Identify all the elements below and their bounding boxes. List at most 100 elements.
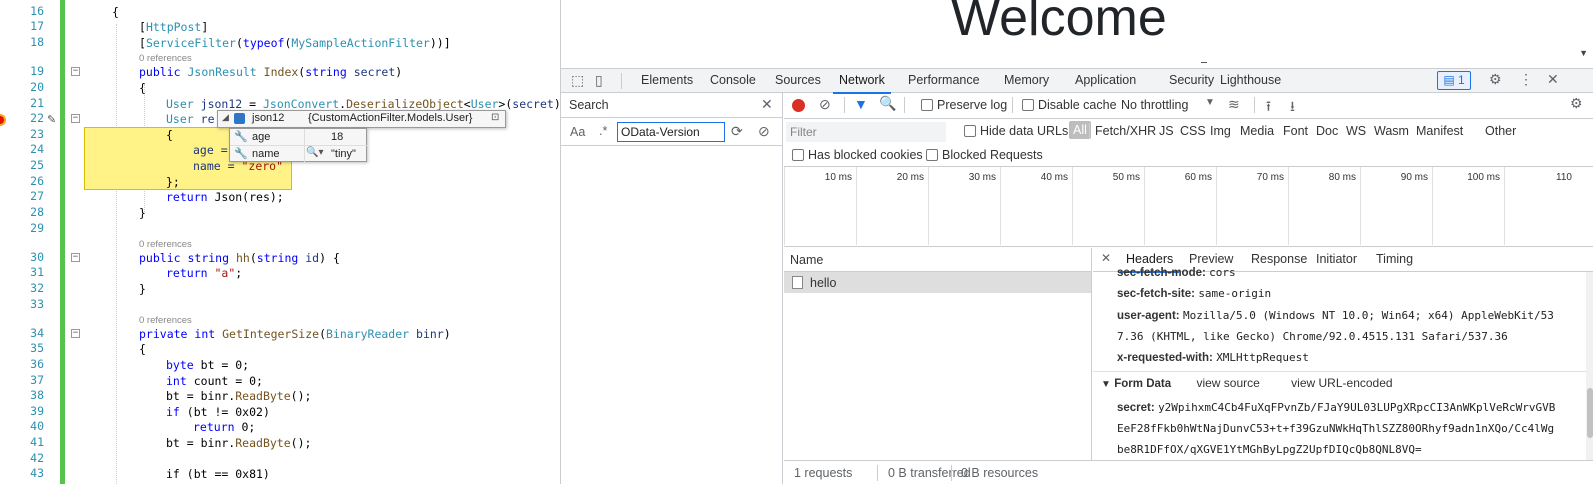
type-filter-font[interactable]: Font: [1283, 124, 1308, 138]
refresh-search-icon[interactable]: ⟳: [731, 123, 743, 140]
close-details-icon[interactable]: ✕: [1101, 251, 1111, 265]
issues-count: 1: [1458, 73, 1465, 87]
search-input[interactable]: OData-Version: [617, 122, 725, 142]
pin-icon[interactable]: ⊡: [491, 112, 499, 123]
view-url-encoded-link[interactable]: view URL-encoded: [1291, 376, 1392, 390]
hide-data-urls-checkbox[interactable]: [964, 125, 976, 137]
type-filter-css[interactable]: CSS: [1180, 124, 1206, 138]
scroll-down-arrow-icon[interactable]: ▼: [1579, 48, 1588, 58]
code-line-20: {: [139, 81, 146, 95]
line-number: 32: [30, 281, 44, 295]
magnifier-icon[interactable]: 🔍▾: [306, 147, 323, 158]
request-row[interactable]: hello: [784, 272, 1091, 293]
fold-toggle-hh[interactable]: −: [71, 253, 80, 262]
tab-initiator[interactable]: Initiator: [1316, 252, 1357, 266]
datatip-row[interactable]: 🔧 name 🔍▾ "tiny": [230, 146, 368, 163]
type-filter-doc[interactable]: Doc: [1316, 124, 1338, 138]
more-options-icon[interactable]: ⋮: [1519, 71, 1533, 88]
tab-memory[interactable]: Memory: [1004, 73, 1049, 87]
match-case-button[interactable]: Aa: [570, 125, 585, 139]
scrollbar-thumb[interactable]: [1587, 388, 1593, 438]
network-settings-icon[interactable]: ⚙: [1570, 95, 1583, 112]
fold-toggle-init[interactable]: −: [71, 114, 80, 123]
throttling-select[interactable]: No throttling: [1121, 98, 1188, 112]
form-data-section-header[interactable]: ▼ Form Data view source view URL-encoded: [1101, 376, 1393, 390]
blocked-requests-checkbox[interactable]: [926, 149, 938, 161]
indent-guide: [116, 24, 117, 484]
filter-bar: Filter Hide data URLs All Fetch/XHR JS C…: [784, 119, 1593, 167]
type-filter-all[interactable]: All: [1069, 121, 1091, 139]
type-filter-media[interactable]: Media: [1240, 124, 1274, 138]
tab-preview[interactable]: Preview: [1189, 252, 1233, 266]
fold-toggle-index[interactable]: −: [71, 67, 80, 76]
details-scrollbar[interactable]: [1586, 272, 1593, 460]
dropdown-arrow-icon[interactable]: ▼: [1205, 97, 1215, 108]
import-har-icon[interactable]: ⭱: [1266, 96, 1271, 120]
transferred-size: 0 B transferred: [888, 466, 971, 480]
type-filter-fetch-xhr[interactable]: Fetch/XHR: [1095, 124, 1156, 138]
code-line-17: [HttpPost]: [139, 20, 209, 34]
tab-headers[interactable]: Headers: [1119, 252, 1180, 273]
name-column-header[interactable]: Name: [784, 248, 1091, 272]
has-blocked-cookies-checkbox[interactable]: [792, 149, 804, 161]
header-row: user-agent: Mozilla/5.0 (Windows NT 10.0…: [1117, 309, 1554, 322]
tab-lighthouse[interactable]: Lighthouse: [1220, 73, 1281, 87]
issues-badge[interactable]: ▤ 1: [1437, 71, 1471, 90]
type-filter-manifest[interactable]: Manifest: [1416, 124, 1463, 138]
preserve-log-checkbox[interactable]: [921, 99, 933, 111]
code-line-34: private int GetIntegerSize(BinaryReader …: [139, 327, 451, 341]
type-filter-wasm[interactable]: Wasm: [1374, 124, 1409, 138]
line-number: 29: [30, 221, 44, 235]
clear-log-icon[interactable]: ⊘: [819, 96, 831, 113]
tab-security[interactable]: Security: [1169, 73, 1214, 87]
network-conditions-icon[interactable]: ≋: [1228, 96, 1240, 113]
datatip-header[interactable]: ◢ json12 {CustomActionFilter.Models.User…: [217, 110, 506, 128]
page-heading: Welcome: [951, 0, 1167, 47]
filter-funnel-icon[interactable]: ▼: [854, 96, 868, 112]
settings-gear-icon[interactable]: ⚙: [1489, 71, 1502, 88]
timeline-tick: 80 ms: [1288, 167, 1360, 245]
form-data-row-continued: be8R1DFfOX/qXGVE1YtMGhByLpgZ2UpfDIQcQb8Q…: [1117, 443, 1422, 456]
line-number: 38: [30, 388, 44, 402]
resources-size: 0 B resources: [961, 466, 1039, 480]
tab-elements[interactable]: Elements: [641, 73, 693, 87]
type-filter-js[interactable]: JS: [1159, 124, 1174, 138]
line-number: 41: [30, 435, 44, 449]
datatip-row[interactable]: 🔧 age 18: [230, 129, 368, 146]
expand-arrow-icon[interactable]: ◢: [222, 112, 229, 123]
code-line-22: User re: [166, 112, 215, 126]
type-filter-other[interactable]: Other: [1485, 124, 1516, 138]
view-source-link[interactable]: view source: [1196, 376, 1259, 390]
disable-cache-checkbox[interactable]: [1022, 99, 1034, 111]
field-value: "tiny": [331, 148, 356, 160]
code-line-28: }: [139, 206, 146, 220]
export-har-icon[interactable]: ⭳: [1290, 96, 1295, 120]
line-number: 35: [30, 341, 44, 355]
fold-toggle-getintegersize[interactable]: −: [71, 329, 80, 338]
clear-search-icon[interactable]: ⊘: [758, 123, 770, 140]
tab-timing[interactable]: Timing: [1376, 252, 1413, 266]
search-icon[interactable]: 🔍: [879, 95, 896, 112]
timeline-tick: 70 ms: [1216, 167, 1288, 245]
filter-input[interactable]: Filter: [786, 122, 946, 142]
timeline-tick-label: 30 ms: [968, 172, 996, 183]
timeline-overview[interactable]: 10 ms 20 ms 30 ms 40 ms 50 ms 60 ms 70 ms 80 ms…: [784, 167, 1593, 247]
inspect-element-icon[interactable]: ⬚: [571, 72, 584, 89]
code-editor[interactable]: 16 17 18 19 20 21 22 23 24 25 26 27 28 29 30 31 32 33 34 35…: [0, 0, 560, 484]
record-button[interactable]: [792, 99, 805, 112]
tab-sources[interactable]: Sources: [775, 73, 821, 87]
regex-button[interactable]: .*: [599, 124, 607, 138]
device-toolbar-icon[interactable]: ▯: [595, 72, 603, 89]
tab-console[interactable]: Console: [710, 73, 756, 87]
tab-performance[interactable]: Performance: [908, 73, 980, 87]
tab-network[interactable]: Network: [833, 73, 891, 94]
type-filter-ws[interactable]: WS: [1346, 124, 1366, 138]
tab-response[interactable]: Response: [1251, 252, 1307, 266]
hide-data-urls-label: Hide data URLs: [980, 124, 1069, 138]
tab-application[interactable]: Application: [1075, 73, 1136, 87]
type-filter-img[interactable]: Img: [1210, 124, 1231, 138]
close-search-icon[interactable]: ✕: [761, 96, 773, 113]
collapse-arrow-icon[interactable]: ▼: [1101, 379, 1111, 390]
line-number: 42: [30, 451, 44, 465]
close-devtools-icon[interactable]: ✕: [1547, 71, 1559, 88]
